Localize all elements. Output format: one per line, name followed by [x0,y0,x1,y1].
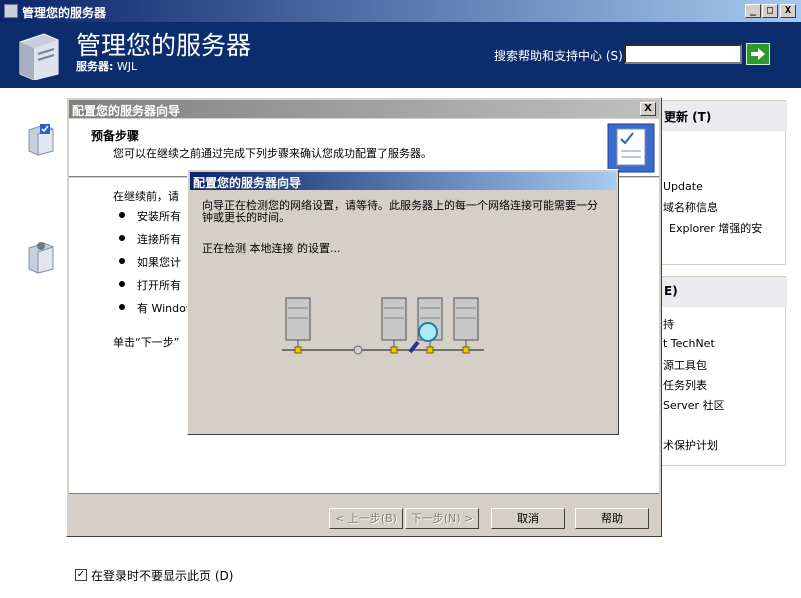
bullet-icon [119,281,125,287]
maximize-button[interactable]: □ [762,4,778,18]
close-button[interactable]: X [780,4,796,18]
bullet-icon [119,304,125,310]
server-info: 服务器: WJL [76,58,137,74]
help-button[interactable]: 帮助 [575,508,649,529]
wizard-step: 安装所有 [137,210,181,223]
right-link-domain-info[interactable]: 域名称信息 [663,199,718,215]
wizard-heading: 预备步骤 [91,129,140,143]
right-panel-updates-head: 更新 (T) [661,101,787,131]
server-logo-icon [19,33,59,80]
search-go-button[interactable] [746,43,770,65]
server-name: WJL [116,60,138,73]
network-detection-icon [282,297,484,355]
progress-title: 配置您的服务器向导 [193,176,302,190]
right-link-update[interactable]: Update [663,180,703,193]
main-titlebar: 管理您的服务器 _ □ X [0,0,801,22]
back-button[interactable]: < 上一步(B) [329,508,403,529]
search-input[interactable] [624,44,742,64]
wizard-close-button[interactable]: X [640,102,656,116]
server-tower-icon [285,297,311,354]
progress-titlebar: 配置您的服务器向导 [190,172,616,190]
wizard-title: 配置您的服务器向导 [72,104,181,118]
header-banner: 管理您的服务器 服务器: WJL 搜索帮助和支持中心 (S) [0,22,801,88]
wizard-checklist-icon [607,123,655,173]
progress-status: 正在检测 本地连接 的设置... [202,242,341,255]
wizard-step: 如果您计 [137,256,181,269]
dont-show-label: 在登录时不要显示此页 (D) [91,569,234,583]
right-link-protection[interactable]: 术保护计划 [663,437,718,453]
wizard-step: 连接所有 [137,233,181,246]
right-panel-help-head: E) [661,277,787,307]
arrow-right-icon [751,48,765,60]
right-link-task-list[interactable]: 任务列表 [663,377,707,393]
wizard-intro: 在继续前，请 [113,190,179,203]
right-link-technet[interactable]: t TechNet [663,337,715,350]
next-button[interactable]: 下一步(N) > [405,508,479,529]
wizard-subheading: 您可以在继续之前通过完成下列步骤来确认您成功配置了服务器。 [113,147,432,160]
minimize-button[interactable]: _ [745,4,761,18]
right-link-resource-kit[interactable]: 源工具包 [663,357,707,373]
server-role-icon [28,124,54,156]
server-label: 服务器: [76,60,114,73]
right-link-support[interactable]: 持 [663,316,674,332]
server-app-icon [4,4,18,18]
bullet-icon [119,212,125,218]
dont-show-checkbox[interactable]: ✓ [75,569,87,581]
page-title: 管理您的服务器 [76,31,252,60]
progress-dialog: 配置您的服务器向导 向导正在检测您的网络设置，请等待。此服务器上的每一个网络连接… [187,169,619,435]
server-tools-icon [28,242,54,274]
wizard-titlebar: 配置您的服务器向导 X [69,100,659,118]
wizard-footer-text: 单击“下一步” [113,336,180,349]
wizard-step: 打开所有 [137,279,181,292]
right-link-explorer[interactable]: Explorer 增强的安 [669,220,762,236]
cancel-button[interactable]: 取消 [491,508,565,529]
progress-message: 向导正在检测您的网络设置，请等待。此服务器上的每一个网络连接可能需要一分钟或更长… [202,199,598,224]
right-link-community[interactable]: Server 社区 [663,397,725,413]
main-window-title: 管理您的服务器 [22,6,107,20]
bullet-icon [119,258,125,264]
bullet-icon [119,235,125,241]
search-label: 搜索帮助和支持中心 (S) [494,49,623,63]
